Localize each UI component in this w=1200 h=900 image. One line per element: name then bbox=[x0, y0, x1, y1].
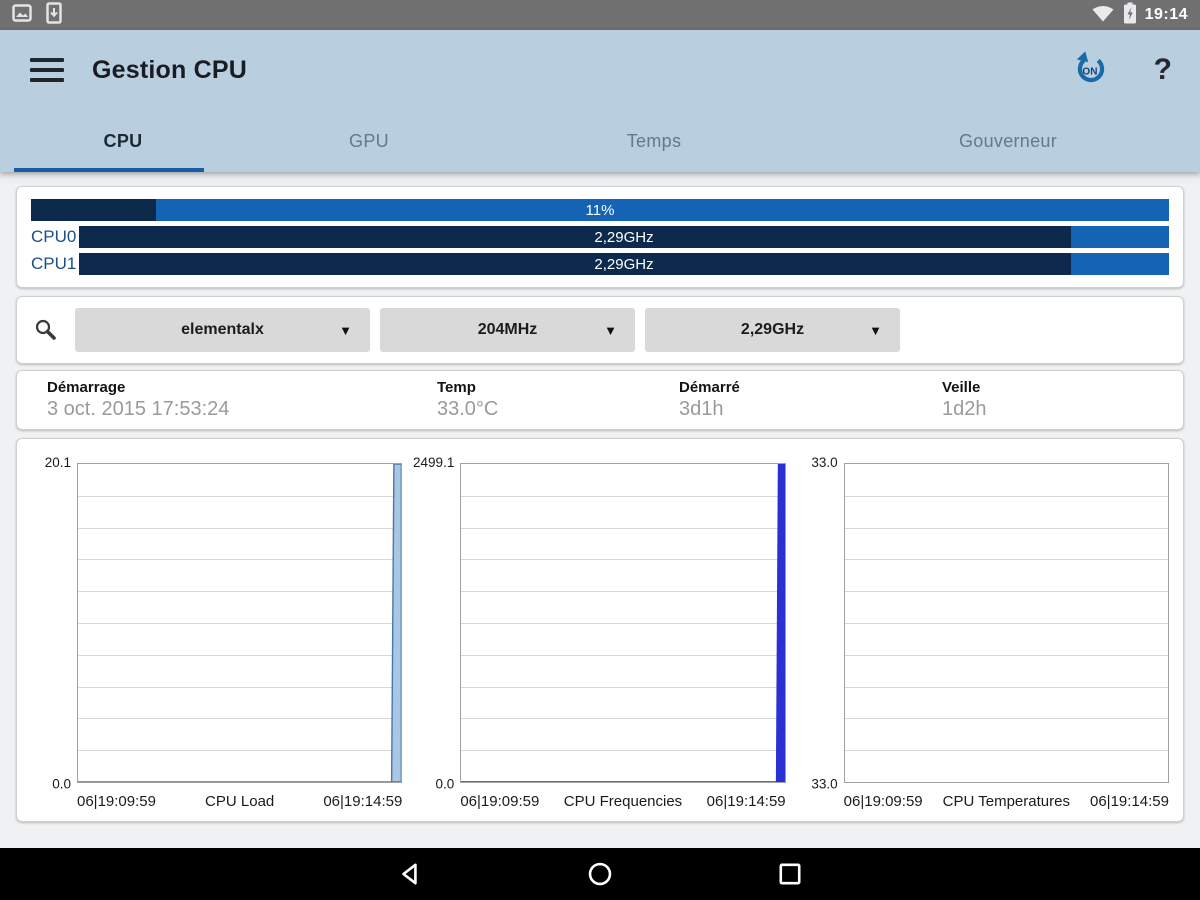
temperature-value: 33.0°C bbox=[437, 398, 499, 420]
charts-card: 20.1 0.0 06|19:09:59 CPU Load 06|19:14:5… bbox=[16, 438, 1184, 822]
cpu-load-plot bbox=[77, 463, 403, 783]
cpu-frequencies-title: CPU Frequencies bbox=[563, 793, 683, 810]
cpu-frequencies-xend: 06|19:14:59 bbox=[706, 793, 786, 810]
cpu0-row: CPU0 2,29GHz bbox=[31, 226, 1169, 248]
cpu-frequencies-ymin: 0.0 bbox=[435, 776, 455, 792]
cpu-load-title: CPU Load bbox=[205, 793, 275, 810]
sleep-time-item: Veille 1d2h bbox=[942, 379, 1183, 421]
cpu-temperatures-xaxis: 06|19:09:59 CPU Temperatures 06|19:14:59 bbox=[844, 793, 1169, 810]
governor-dropdown-value: elementalx bbox=[181, 321, 264, 338]
cpu-frequencies-chart: 2499.1 0.0 06|19:09:59 CPU Frequencies 0… bbox=[408, 447, 791, 815]
cpu-load-chart: 20.1 0.0 06|19:09:59 CPU Load 06|19:14:5… bbox=[25, 447, 408, 815]
cpu0-frequency-value: 2,29GHz bbox=[594, 228, 654, 246]
usb-debug-icon bbox=[46, 1, 62, 29]
temperature-item: Temp 33.0°C bbox=[437, 379, 679, 421]
cpu-load-xstart: 06|19:09:59 bbox=[77, 793, 156, 810]
active-tab-underline bbox=[14, 168, 204, 172]
total-load-value: 11% bbox=[585, 201, 615, 219]
cpu-temperatures-ymax: 33.0 bbox=[811, 454, 838, 470]
tab-gouverneur-label: Gouverneur bbox=[958, 130, 1058, 151]
cpu-frequencies-plot bbox=[460, 463, 786, 783]
cpu1-label: CPU1 bbox=[31, 254, 77, 273]
max-frequency-dropdown[interactable]: 2,29GHz ▼ bbox=[645, 308, 900, 352]
recents-icon[interactable] bbox=[775, 859, 805, 889]
cpu1-row: CPU1 2,29GHz bbox=[31, 253, 1169, 275]
total-load-bar: 11% bbox=[31, 199, 1169, 221]
status-system-icons: 19:14 bbox=[1091, 2, 1188, 29]
status-notification-icons bbox=[12, 1, 62, 29]
temperature-label: Temp bbox=[437, 379, 476, 396]
status-clock: 19:14 bbox=[1144, 6, 1188, 23]
cpu-temperatures-plot bbox=[843, 463, 1169, 783]
cpu-temperatures-ymin: 33.0 bbox=[811, 776, 838, 792]
screen: 19:14 Gestion CPU ON ? CPU GPU Temps Gou… bbox=[0, 0, 1200, 900]
cpu-usage-card: 11% CPU0 2,29GHz CPU1 2,29GHz bbox=[16, 186, 1184, 288]
cpu0-frequency-bar: 2,29GHz bbox=[79, 226, 1169, 248]
chevron-down-icon: ▼ bbox=[604, 322, 617, 338]
search-icon[interactable] bbox=[31, 315, 61, 345]
total-load-row: 11% bbox=[31, 199, 1169, 221]
apply-on-boot-icon[interactable]: ON bbox=[1072, 49, 1110, 92]
content: 11% CPU0 2,29GHz CPU1 2,29GHz elementalx… bbox=[0, 172, 1200, 848]
chevron-down-icon: ▼ bbox=[869, 322, 882, 338]
header: Gestion CPU ON ? CPU GPU Temps Gouverneu… bbox=[0, 30, 1200, 172]
sleep-time-label: Veille bbox=[942, 379, 981, 396]
cpu0-label: CPU0 bbox=[31, 227, 77, 246]
back-icon[interactable] bbox=[395, 859, 425, 889]
status-bar: 19:14 bbox=[0, 0, 1200, 30]
cpu-temperatures-chart: 33.0 33.0 06|19:09:59 CPU Temperatures 0… bbox=[792, 447, 1175, 815]
tab-bar: CPU GPU Temps Gouverneur bbox=[0, 110, 1200, 172]
min-frequency-dropdown[interactable]: 204MHz ▼ bbox=[380, 308, 635, 352]
android-nav-bar bbox=[0, 848, 1200, 900]
cpu-frequencies-xaxis: 06|19:09:59 CPU Frequencies 06|19:14:59 bbox=[460, 793, 785, 810]
app-bar: Gestion CPU ON ? bbox=[0, 30, 1200, 110]
cpu-load-xend: 06|19:14:59 bbox=[323, 793, 403, 810]
page-title: Gestion CPU bbox=[92, 55, 247, 84]
tab-gpu-label: GPU bbox=[349, 130, 389, 151]
sleep-time-value: 1d2h bbox=[942, 398, 987, 420]
min-frequency-dropdown-value: 204MHz bbox=[477, 321, 538, 338]
svg-text:ON: ON bbox=[1082, 66, 1097, 77]
tab-cpu[interactable]: CPU bbox=[0, 110, 246, 172]
app-bar-actions: ON ? bbox=[1072, 49, 1178, 92]
uptime-item: Démarré 3d1h bbox=[679, 379, 942, 421]
cpu-load-ymax: 20.1 bbox=[44, 454, 71, 470]
boot-time-value: 3 oct. 2015 17:53:24 bbox=[47, 398, 230, 420]
tab-temps[interactable]: Temps bbox=[492, 110, 816, 172]
home-icon[interactable] bbox=[585, 859, 615, 889]
cpu1-frequency-bar: 2,29GHz bbox=[79, 253, 1169, 275]
cpu-load-ymin: 0.0 bbox=[52, 776, 71, 792]
battery-charging-icon bbox=[1123, 2, 1137, 29]
tab-temps-label: Temps bbox=[626, 130, 682, 151]
screenshot-icon bbox=[12, 3, 32, 28]
cpu-temperatures-xend: 06|19:14:59 bbox=[1089, 793, 1169, 810]
chevron-down-icon: ▼ bbox=[339, 322, 352, 338]
max-frequency-dropdown-value: 2,29GHz bbox=[740, 321, 805, 338]
cpu-frequencies-xstart: 06|19:09:59 bbox=[460, 793, 540, 810]
wifi-icon bbox=[1091, 3, 1115, 28]
uptime-value: 3d1h bbox=[679, 398, 724, 420]
governor-dropdown[interactable]: elementalx ▼ bbox=[75, 308, 370, 352]
cpu-frequencies-ymax: 2499.1 bbox=[413, 454, 455, 470]
cpu-load-xaxis: 06|19:09:59 CPU Load 06|19:14:59 bbox=[77, 793, 402, 810]
uptime-label: Démarré bbox=[679, 379, 740, 396]
cpu-controls-card: elementalx ▼ 204MHz ▼ 2,29GHz ▼ bbox=[16, 296, 1184, 364]
help-icon[interactable]: ? bbox=[1148, 55, 1178, 85]
boot-time-item: Démarrage 3 oct. 2015 17:53:24 bbox=[47, 379, 437, 421]
tab-cpu-label: CPU bbox=[103, 130, 143, 151]
tab-gouverneur[interactable]: Gouverneur bbox=[816, 110, 1200, 172]
tab-gpu[interactable]: GPU bbox=[246, 110, 492, 172]
menu-icon[interactable] bbox=[30, 58, 64, 82]
cpu-temperatures-title: CPU Temperatures bbox=[942, 793, 1070, 810]
cpu1-frequency-value: 2,29GHz bbox=[594, 255, 654, 273]
boot-time-label: Démarrage bbox=[47, 379, 126, 396]
cpu-temperatures-xstart: 06|19:09:59 bbox=[843, 793, 923, 810]
system-info-card: Démarrage 3 oct. 2015 17:53:24 Temp 33.0… bbox=[16, 370, 1184, 430]
